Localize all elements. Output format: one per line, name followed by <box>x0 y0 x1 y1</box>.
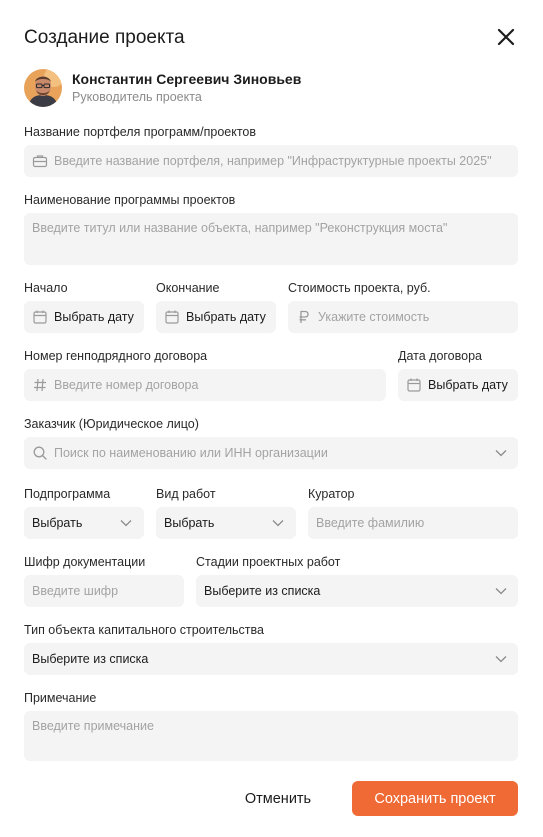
customer-label: Заказчик (Юридическое лицо) <box>24 417 199 431</box>
cost-input[interactable] <box>318 301 510 333</box>
avatar <box>24 69 62 107</box>
stages-placeholder: Выберите из списка <box>204 584 321 598</box>
curator-input[interactable] <box>316 507 510 539</box>
contract-date-label: Дата договора <box>398 349 482 363</box>
subprogram-label: Подпрограмма <box>24 487 111 501</box>
close-icon[interactable] <box>494 24 518 50</box>
portfolio-label: Название портфеля программ/проектов <box>24 125 257 139</box>
object-type-select[interactable]: Выберите из списка <box>24 643 518 675</box>
search-icon <box>33 446 47 460</box>
calendar-icon <box>407 378 421 392</box>
user-role: Руководитель проекта <box>72 90 202 104</box>
dialog-title: Создание проекта <box>24 27 185 48</box>
end-date-placeholder: Выбрать дату <box>186 310 266 324</box>
subprogram-select[interactable]: Выбрать <box>24 507 144 539</box>
object-type-placeholder: Выберите из списка <box>32 652 149 666</box>
contract-number-input[interactable] <box>54 369 378 401</box>
portfolio-input[interactable] <box>54 145 510 177</box>
doc-code-input[interactable] <box>32 575 176 607</box>
note-input[interactable] <box>32 717 510 755</box>
hash-icon <box>34 378 46 392</box>
chevron-down-icon[interactable] <box>119 517 133 529</box>
work-type-select[interactable]: Выбрать <box>156 507 296 539</box>
ruble-icon <box>299 310 309 323</box>
start-date-placeholder: Выбрать дату <box>54 310 134 324</box>
calendar-icon <box>165 310 179 324</box>
program-input[interactable] <box>32 219 510 259</box>
customer-search-input[interactable] <box>54 437 488 469</box>
work-type-label: Вид работ <box>156 487 216 501</box>
stages-label: Стадии проектных работ <box>196 555 341 569</box>
chevron-down-icon[interactable] <box>271 517 285 529</box>
chevron-down-icon[interactable] <box>494 585 508 597</box>
program-label: Наименование программы проектов <box>24 193 236 207</box>
contract-number-field[interactable] <box>24 369 386 401</box>
cancel-button[interactable]: Отменить <box>232 781 324 816</box>
cost-label: Стоимость проекта, руб. <box>288 281 431 295</box>
curator-label: Куратор <box>308 487 355 501</box>
program-field[interactable] <box>24 213 518 265</box>
subprogram-placeholder: Выбрать <box>32 516 83 530</box>
start-label: Начало <box>24 281 68 295</box>
note-field[interactable] <box>24 711 518 761</box>
start-date-field[interactable]: Выбрать дату <box>24 301 144 333</box>
stages-select[interactable]: Выберите из списка <box>196 575 518 607</box>
contract-date-field[interactable]: Выбрать дату <box>398 369 518 401</box>
customer-select[interactable] <box>24 437 518 469</box>
curator-field[interactable] <box>308 507 518 539</box>
doc-code-field[interactable] <box>24 575 184 607</box>
cost-field[interactable] <box>288 301 518 333</box>
end-date-field[interactable]: Выбрать дату <box>156 301 276 333</box>
object-type-label: Тип объекта капитального строительства <box>24 623 264 637</box>
calendar-icon <box>33 310 47 324</box>
save-project-button[interactable]: Сохранить проект <box>352 781 518 816</box>
chevron-down-icon[interactable] <box>494 447 508 459</box>
note-label: Примечание <box>24 691 97 705</box>
contract-number-label: Номер генподрядного договора <box>24 349 208 363</box>
portfolio-field[interactable] <box>24 145 518 177</box>
chevron-down-icon[interactable] <box>494 653 508 665</box>
contract-date-placeholder: Выбрать дату <box>428 378 508 392</box>
doc-code-label: Шифр документации <box>24 555 146 569</box>
work-type-placeholder: Выбрать <box>164 516 215 530</box>
end-label: Окончание <box>156 281 220 295</box>
briefcase-icon <box>32 155 48 168</box>
user-name: Константин Сергеевич Зиновьев <box>72 71 302 87</box>
